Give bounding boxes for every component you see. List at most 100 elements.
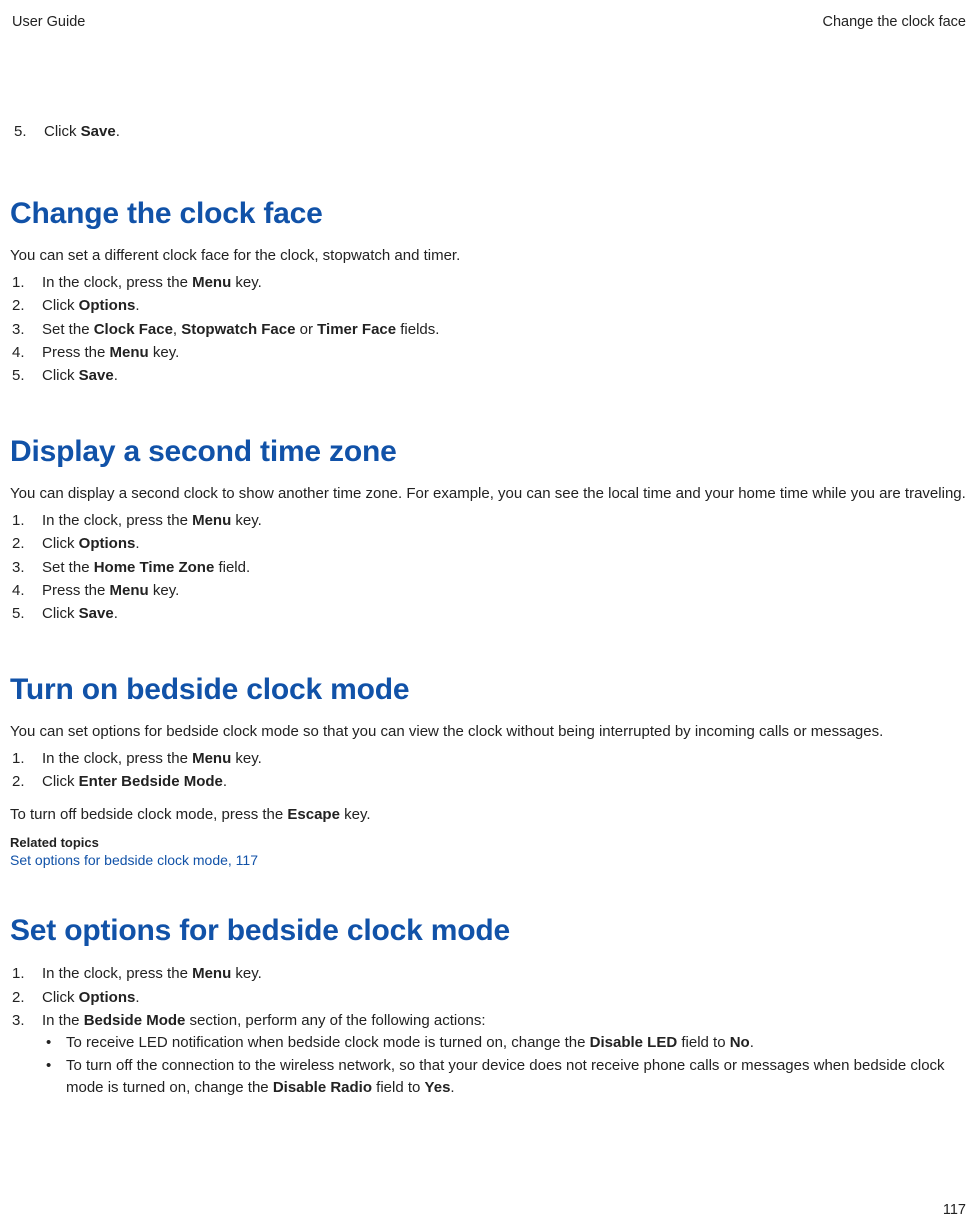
step-text: In the clock, press the [42,750,192,767]
section-bedside-mode: Turn on bedside clock mode You can set o… [10,673,968,868]
step-text: Click [42,605,79,622]
step-bold: Options [79,297,136,314]
step-item: Click Save. [14,120,968,143]
section-title: Display a second time zone [10,435,968,469]
bullet-text: field to [677,1034,730,1051]
note-bold: Escape [287,806,340,823]
step-list: In the clock, press the Menu key. Click … [12,509,968,625]
section-title: Change the clock face [10,197,968,231]
step-text: . [114,605,118,622]
step-item: Click Enter Bedside Mode. [12,770,968,793]
step-text: Click [44,123,81,140]
step-item: In the clock, press the Menu key. [12,509,968,532]
step-text: . [223,773,227,790]
step-bold: Options [79,535,136,552]
bullet-text: To turn off the connection to the wirele… [66,1057,945,1097]
step-bold: Menu [192,750,231,767]
bullet-item: To turn off the connection to the wirele… [42,1055,968,1100]
prelude-block: Click Save. [10,120,968,143]
step-text: Click [42,535,79,552]
step-text: key. [231,512,262,529]
step-list: In the clock, press the Menu key. Click … [12,747,968,794]
section-intro: You can set options for bedside clock mo… [10,721,968,743]
step-item: In the clock, press the Menu key. [12,747,968,770]
step-bold: Clock Face [94,321,173,338]
step-text: In the clock, press the [42,274,192,291]
step-text: . [135,535,139,552]
step-item: Click Save. [12,602,968,625]
section-bedside-options: Set options for bedside clock mode In th… [10,914,968,1099]
bullet-text: . [450,1079,454,1096]
step-bold: Save [79,605,114,622]
note-text: key. [340,806,371,823]
post-note: To turn off bedside clock mode, press th… [10,804,968,826]
section-second-time-zone: Display a second time zone You can displ… [10,435,968,625]
step-bold: Save [81,123,116,140]
bullet-list: To receive LED notification when bedside… [42,1032,968,1100]
step-text: key. [149,344,180,361]
step-text: key. [231,750,262,767]
bullet-bold: Disable LED [590,1034,678,1051]
related-topics-heading: Related topics [10,835,968,850]
prelude-steps: Click Save. [14,120,968,143]
step-text: . [114,367,118,384]
step-text: Click [42,989,79,1006]
step-item: In the clock, press the Menu key. [12,962,968,985]
step-text: Click [42,297,79,314]
header-left: User Guide [12,14,85,30]
step-bold: Menu [192,512,231,529]
step-text: fields. [396,321,439,338]
step-item: In the Bedside Mode section, perform any… [12,1009,968,1100]
step-item: Set the Clock Face, Stopwatch Face or Ti… [12,318,968,341]
section-intro: You can set a different clock face for t… [10,245,968,267]
step-item: Click Save. [12,364,968,387]
step-bold: Stopwatch Face [181,321,295,338]
step-item: Click Options. [12,532,968,555]
step-text: In the [42,1012,84,1029]
step-text: key. [231,274,262,291]
step-list: In the clock, press the Menu key. Click … [12,271,968,387]
page-number: 117 [943,1202,966,1218]
step-item: Click Options. [12,294,968,317]
step-bold: Menu [192,274,231,291]
note-text: To turn off bedside clock mode, press th… [10,806,287,823]
step-text: . [135,989,139,1006]
step-bold: Menu [110,582,149,599]
step-bold: Save [79,367,114,384]
step-text: Press the [42,344,110,361]
step-text: key. [231,965,262,982]
bullet-bold: Disable Radio [273,1079,372,1096]
bullet-bold: No [730,1034,750,1051]
step-text: Click [42,773,79,790]
step-text: key. [149,582,180,599]
step-bold: Enter Bedside Mode [79,773,223,790]
bullet-text: . [750,1034,754,1051]
step-bold: Timer Face [317,321,396,338]
bullet-text: field to [372,1079,425,1096]
section-change-clock-face: Change the clock face You can set a diff… [10,197,968,387]
step-text: Click [42,367,79,384]
header-right: Change the clock face [823,14,966,30]
step-bold: Home Time Zone [94,559,215,576]
step-text: , [173,321,181,338]
step-bold: Bedside Mode [84,1012,186,1029]
step-item: Press the Menu key. [12,341,968,364]
step-text: Set the [42,321,94,338]
step-item: Click Options. [12,986,968,1009]
step-text: Set the [42,559,94,576]
bullet-text: To receive LED notification when bedside… [66,1034,590,1051]
section-title: Turn on bedside clock mode [10,673,968,707]
step-item: Set the Home Time Zone field. [12,556,968,579]
step-bold: Options [79,989,136,1006]
step-text: Press the [42,582,110,599]
step-text: . [135,297,139,314]
related-topic-link[interactable]: Set options for bedside clock mode, 117 [10,852,968,868]
section-title: Set options for bedside clock mode [10,914,968,948]
step-bold: Menu [110,344,149,361]
step-text: or [295,321,317,338]
step-text: In the clock, press the [42,965,192,982]
step-text: In the clock, press the [42,512,192,529]
bullet-bold: Yes [425,1079,451,1096]
step-text: . [116,123,120,140]
step-bold: Menu [192,965,231,982]
